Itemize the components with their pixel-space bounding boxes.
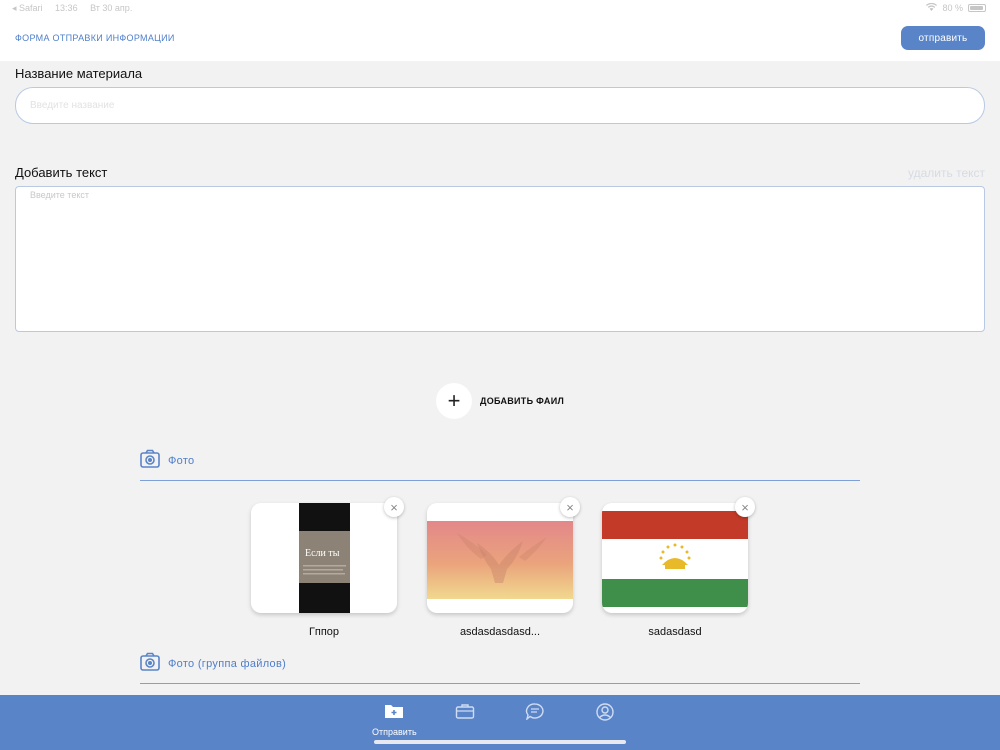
section-divider [140, 480, 860, 481]
text-area-placeholder: Введите текст [30, 190, 89, 200]
tab-messages[interactable] [525, 703, 545, 725]
plus-icon: + [436, 383, 472, 419]
wifi-icon [926, 2, 938, 13]
page-title: ФОРМА ОТПРАВКИ ИНФОРМАЦИИ [15, 33, 175, 43]
camera-icon [140, 449, 160, 473]
photo-name: asdasdasdasd... [459, 626, 541, 638]
camera-icon [140, 652, 160, 676]
tab-send[interactable]: Отправить [372, 703, 417, 737]
add-file-label: ДОБАВИТЬ ФАИЛ [480, 396, 565, 406]
photo-thumbnail[interactable] [427, 503, 573, 613]
add-text-label: Добавить текст [15, 165, 108, 180]
user-icon [595, 703, 615, 726]
eagle-image [427, 521, 573, 599]
material-name-placeholder: Введите название [30, 100, 115, 111]
section-divider [140, 683, 860, 684]
photo-name: sadasdasd [648, 626, 702, 638]
add-file-button[interactable]: + ДОБАВИТЬ ФАИЛ [436, 383, 564, 419]
home-indicator[interactable] [374, 740, 626, 744]
briefcase-icon [455, 703, 475, 724]
text-area[interactable]: Введите текст [15, 186, 985, 332]
folder-plus-icon [384, 703, 404, 724]
tab-briefcase[interactable] [455, 703, 475, 724]
battery-level: 80 % [942, 3, 963, 13]
battery-icon [968, 4, 986, 12]
photo-group-section: Фото (группа файлов) [140, 652, 860, 684]
photo-name: Гппор [308, 626, 340, 638]
remove-photo-icon[interactable]: × [735, 497, 755, 517]
tab-profile[interactable] [595, 703, 615, 726]
material-name-label: Название материала [15, 66, 143, 81]
status-time: 13:36 [55, 3, 78, 13]
delete-text-link[interactable]: удалить текст [908, 166, 985, 180]
header: ФОРМА ОТПРАВКИ ИНФОРМАЦИИ отправить [0, 16, 1000, 61]
photo-group-section-label: Фото (группа файлов) [168, 658, 287, 670]
back-to-app-link[interactable]: ◂ Safari [12, 3, 43, 13]
flag-image [602, 511, 748, 607]
photo-thumbnail[interactable] [602, 503, 748, 613]
status-bar: ◂ Safari 13:36 Вт 30 апр. 80 % [0, 0, 1000, 16]
remove-photo-icon[interactable]: × [384, 497, 404, 517]
send-button[interactable]: отправить [901, 26, 985, 50]
material-name-input[interactable]: Введите название [15, 87, 985, 124]
chat-icon [525, 703, 545, 725]
status-date: Вт 30 апр. [90, 3, 133, 13]
photo-section-label: Фото [168, 455, 195, 467]
photo-section: Фото [140, 449, 860, 481]
photo-thumbnail[interactable]: Если ты [251, 503, 397, 613]
remove-photo-icon[interactable]: × [560, 497, 580, 517]
thumbnail-text: Если ты [305, 548, 340, 559]
tab-send-label: Отправить [372, 727, 417, 737]
